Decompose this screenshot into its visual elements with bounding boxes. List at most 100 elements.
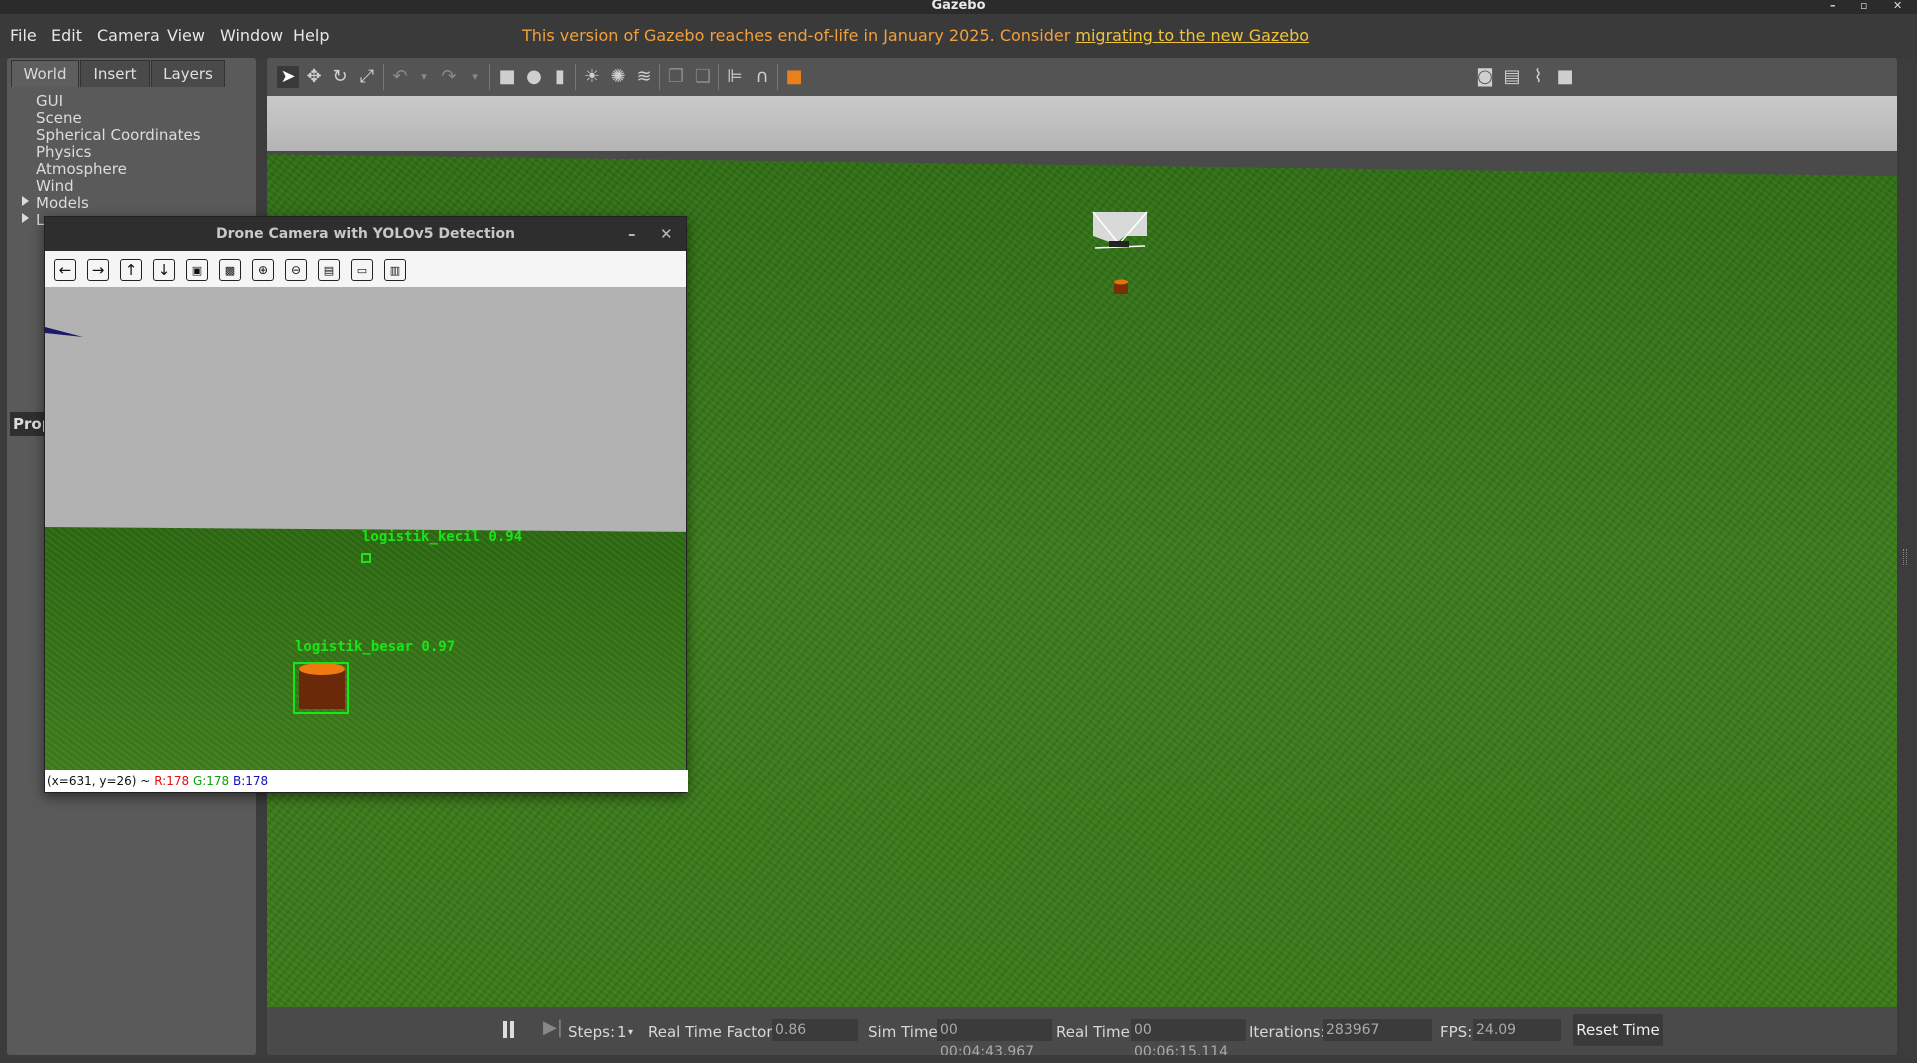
step-icon[interactable]: ▶| <box>543 1017 563 1038</box>
drone-camera-window[interactable]: Drone Camera with YOLOv5 Detection – ✕ ←… <box>44 216 688 793</box>
tree-item-physics[interactable]: Physics <box>36 143 91 161</box>
real-time-label: Real Time: <box>1056 1023 1135 1041</box>
tree-item-gui[interactable]: GUI <box>36 92 63 110</box>
minimize-icon[interactable]: – <box>628 217 636 251</box>
camera-window-titlebar[interactable]: Drone Camera with YOLOv5 Detection – ✕ <box>45 217 686 251</box>
clipboard-icon[interactable]: ▭ <box>351 259 373 281</box>
drone-body <box>1109 241 1129 247</box>
menu-camera[interactable]: Camera <box>97 26 160 45</box>
pan-down-icon[interactable]: ↓ <box>153 259 175 281</box>
back-icon[interactable]: ← <box>54 259 76 281</box>
log-data-icon[interactable]: ▤ <box>1501 66 1523 88</box>
real-time-value: 00 00:06:15.114 <box>1131 1019 1246 1055</box>
select-mode-icon[interactable]: ➤ <box>277 66 299 88</box>
rotate-mode-icon[interactable]: ↻ <box>329 66 351 88</box>
menu-edit[interactable]: Edit <box>51 26 82 45</box>
close-icon[interactable]: ✕ <box>1893 0 1902 12</box>
rtf-label: Real Time Factor: <box>648 1023 778 1041</box>
steps-value[interactable]: 1 <box>617 1023 627 1041</box>
zoom-out-icon[interactable]: ⊖ <box>285 259 307 281</box>
undo-history-icon[interactable]: ▾ <box>413 66 435 88</box>
menu-view[interactable]: View <box>167 26 205 45</box>
paste-icon[interactable]: ❏ <box>692 66 714 88</box>
drone-model[interactable] <box>1085 208 1155 308</box>
tab-layers[interactable]: Layers <box>151 60 225 87</box>
iterations-value: 283967 <box>1323 1019 1432 1041</box>
iterations-label: Iterations: <box>1249 1023 1326 1041</box>
directional-light-icon[interactable]: ≋ <box>633 66 655 88</box>
pan-up-icon[interactable]: ↑ <box>120 259 142 281</box>
point-light-icon[interactable]: ☀ <box>581 66 603 88</box>
eol-notice: This version of Gazebo reaches end-of-li… <box>522 26 1309 45</box>
detection-box-large <box>293 662 349 714</box>
pixel-blue: B:178 <box>233 774 269 788</box>
tree-item-spherical-coordinates[interactable]: Spherical Coordinates <box>36 126 201 144</box>
camera-image[interactable]: logistik_kecil 0.94 logistik_besar 0.97 <box>45 287 686 770</box>
zoom-in-icon[interactable]: ⊕ <box>252 259 274 281</box>
tab-world[interactable]: World <box>11 60 79 87</box>
plot-icon[interactable]: ⌇ <box>1527 66 1549 88</box>
splitter-handle[interactable] <box>1903 549 1907 565</box>
camera-status-bar: (x=631, y=26) ~ R:178 G:178 B:178 <box>45 770 688 792</box>
cursor-coords: (x=631, y=26) ~ <box>47 774 151 788</box>
sphere-shape-icon[interactable]: ● <box>523 66 545 88</box>
minimize-icon[interactable]: – <box>1830 0 1836 12</box>
drone-arm-in-view <box>45 327 83 337</box>
copy-icon[interactable]: ❐ <box>665 66 687 88</box>
drone-camera-frustum <box>1093 212 1147 244</box>
simulation-status-bar: ▶| Steps: 1 ▾ Real Time Factor: 0.86 Sim… <box>267 1008 1897 1055</box>
tab-insert[interactable]: Insert <box>80 60 150 87</box>
screenshot-icon[interactable]: ◙ <box>1474 66 1496 88</box>
properties-icon[interactable]: ▥ <box>384 259 406 281</box>
spot-light-icon[interactable]: ✺ <box>607 66 629 88</box>
scale-mode-icon[interactable]: ⤢ <box>356 66 378 88</box>
tree-item-models[interactable]: Models <box>36 194 89 212</box>
image-zoom-icon[interactable]: ▩ <box>219 259 241 281</box>
save-icon[interactable]: ▤ <box>318 259 340 281</box>
box-shape-icon[interactable]: ■ <box>496 66 518 88</box>
propeller-shape <box>45 327 83 337</box>
pause-icon-bar <box>510 1021 514 1038</box>
align-icon[interactable]: ⊫ <box>724 66 746 88</box>
snap-icon[interactable]: ∩ <box>751 66 773 88</box>
pause-icon[interactable] <box>503 1021 507 1038</box>
detection-box-small <box>361 553 371 563</box>
translate-mode-icon[interactable]: ✥ <box>303 66 325 88</box>
tree-item-atmosphere[interactable]: Atmosphere <box>36 160 127 178</box>
redo-history-icon[interactable]: ▾ <box>464 66 486 88</box>
record-video-icon[interactable]: ■ <box>1554 66 1576 88</box>
tree-item-wind[interactable]: Wind <box>36 177 74 195</box>
sim-time-value: 00 00:04:43.967 <box>937 1019 1052 1055</box>
migrate-link[interactable]: migrating to the new Gazebo <box>1075 26 1309 45</box>
rtf-value: 0.86 <box>772 1019 858 1041</box>
steps-label: Steps: <box>568 1023 616 1041</box>
expand-arrow-icon[interactable] <box>22 213 29 223</box>
viewport-toolbar: ➤ ✥ ↻ ⤢ ↶ ▾ ↷ ▾ ■ ● ▮ ☀ ✺ ≋ ❐ ❏ ⊫ ∩ ■ ◙ … <box>267 58 1897 96</box>
menu-window[interactable]: Window <box>220 26 283 45</box>
scene-sky <box>267 96 1897 151</box>
toolbar-divider <box>489 64 490 90</box>
menu-file[interactable]: File <box>10 26 37 45</box>
forward-icon[interactable]: → <box>87 259 109 281</box>
redo-icon[interactable]: ↷ <box>438 66 460 88</box>
expand-arrow-icon[interactable] <box>22 196 29 206</box>
maximize-icon[interactable]: ▫ <box>1860 0 1867 12</box>
cylinder-shape-icon[interactable]: ▮ <box>549 66 571 88</box>
fps-value: 24.09 <box>1473 1019 1561 1041</box>
toolbar-divider <box>659 64 660 90</box>
sim-time-label: Sim Time: <box>868 1023 943 1041</box>
undo-icon[interactable]: ↶ <box>389 66 411 88</box>
eol-notice-text: This version of Gazebo reaches end-of-li… <box>522 26 1076 45</box>
menu-help[interactable]: Help <box>293 26 329 45</box>
detection-label-large: logistik_besar 0.97 <box>295 639 456 655</box>
pixel-green: G:178 <box>192 774 230 788</box>
steps-dropdown-icon[interactable]: ▾ <box>628 1027 633 1038</box>
window-title: Gazebo <box>931 0 986 13</box>
tree-item-scene[interactable]: Scene <box>36 109 82 127</box>
close-icon[interactable]: ✕ <box>660 217 673 251</box>
change-view-icon[interactable]: ■ <box>783 66 805 88</box>
toolbar-divider <box>575 64 576 90</box>
reset-time-button[interactable]: Reset Time <box>1573 1014 1663 1046</box>
image-icon[interactable]: ▣ <box>186 259 208 281</box>
toolbar-divider <box>383 64 384 90</box>
